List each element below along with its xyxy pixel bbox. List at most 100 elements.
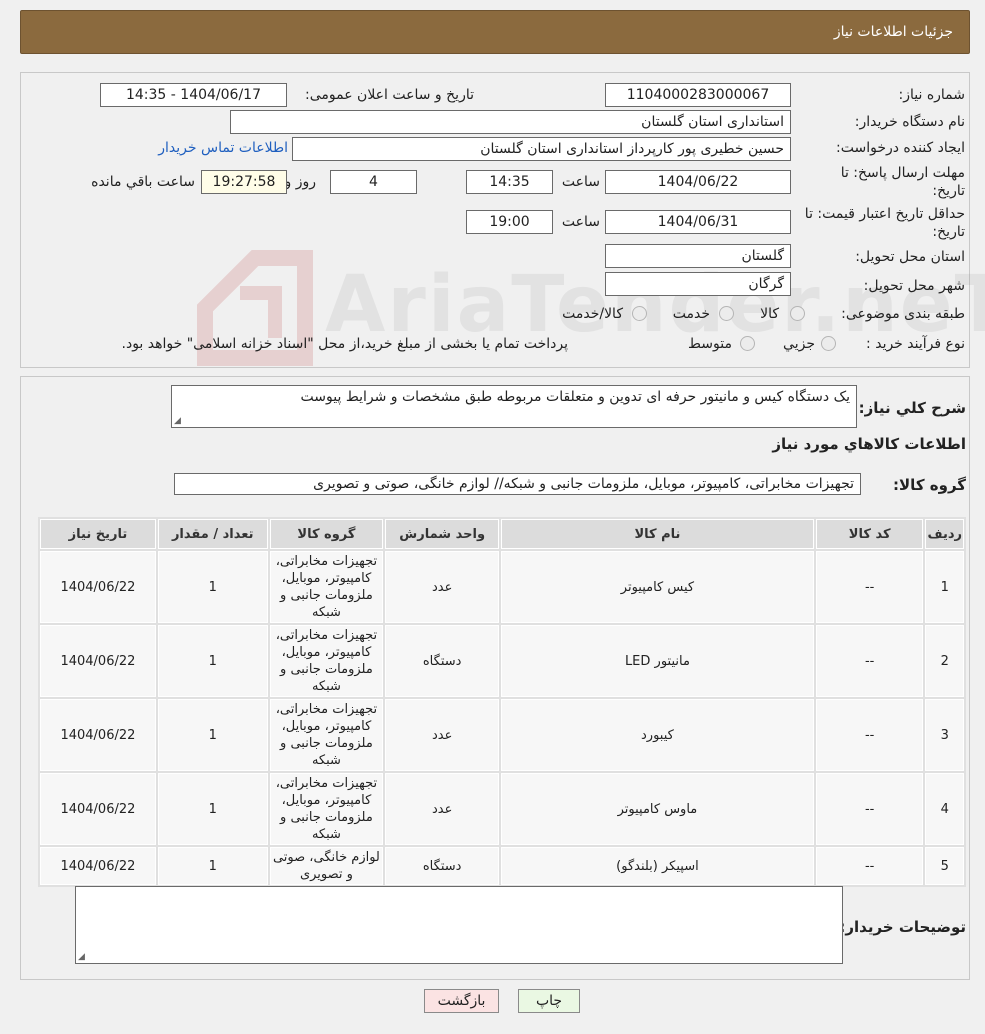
- table-row: 3 -- کیبورد عدد تجهیزات مخابراتی، کامپیو…: [40, 699, 964, 771]
- cell-quantity: 1: [157, 551, 268, 623]
- validity-time-field: 19:00: [466, 210, 553, 234]
- cell-row-number: 5: [925, 847, 964, 885]
- resize-grip-icon: ◢: [174, 416, 181, 426]
- items-table: ردیف کد کالا نام کالا واحد شمارش گروه کا…: [38, 517, 966, 887]
- city-label: شهر محل تحویل:: [863, 278, 965, 294]
- group-field: تجهیزات مخابراتی، کامپیوتر، موبایل، ملزو…: [174, 473, 861, 495]
- process-label: نوع فرآیند خرید :: [866, 336, 965, 352]
- cell-quantity: 1: [157, 773, 268, 845]
- category-label: طبقه بندی موضوعی:: [841, 306, 965, 322]
- deadline-time-label: ساعت: [561, 174, 600, 190]
- group-label: گروه کالا:: [893, 476, 966, 494]
- cell-item-code: --: [815, 699, 924, 771]
- creator-label: ایجاد کننده درخواست:: [836, 140, 965, 156]
- category-radio-goods[interactable]: [790, 306, 805, 321]
- cell-item-name: مانیتور LED: [501, 625, 814, 697]
- cell-need-date: 1404/06/22: [40, 625, 156, 697]
- cell-item-code: --: [815, 773, 924, 845]
- province-field: گلستان: [605, 244, 791, 268]
- cell-item-group: تجهیزات مخابراتی، کامپیوتر، موبایل، ملزو…: [269, 551, 384, 623]
- page-header: جزئیات اطلاعات نیاز: [20, 10, 970, 54]
- description-label: شرح کلي نیاز:: [858, 399, 966, 417]
- deadline-time-field: 14:35: [466, 170, 553, 194]
- cell-item-name: اسپیکر (بلندگو): [501, 847, 814, 885]
- buyer-contact-link[interactable]: اطلاعات تماس خریدار: [158, 140, 288, 156]
- col-header-row-number: ردیف: [925, 519, 964, 549]
- description-text: یک دستگاه کیس و مانیتور حرفه ای تدوین و …: [300, 389, 850, 405]
- cell-unit: عدد: [385, 551, 500, 623]
- validity-label-date: تاریخ:: [932, 224, 965, 240]
- process-note: پرداخت تمام یا بخشی از مبلغ خرید،از محل …: [121, 336, 568, 352]
- days-remaining-field: 4: [330, 170, 417, 194]
- cell-item-group: تجهیزات مخابراتی، کامپیوتر، موبایل، ملزو…: [269, 699, 384, 771]
- cell-unit: دستگاه: [385, 847, 500, 885]
- cell-unit: دستگاه: [385, 625, 500, 697]
- announce-label: تاریخ و ساعت اعلان عمومی:: [305, 87, 474, 103]
- description-field: یک دستگاه کیس و مانیتور حرفه ای تدوین و …: [171, 385, 857, 428]
- cell-item-name: کیبورد: [501, 699, 814, 771]
- buyer-notes-field: ◢: [75, 886, 843, 964]
- cell-unit: عدد: [385, 699, 500, 771]
- announce-field: 1404/06/17 - 14:35: [100, 83, 287, 107]
- cell-need-date: 1404/06/22: [40, 773, 156, 845]
- cell-item-name: کیس کامپیوتر: [501, 551, 814, 623]
- items-table-header: ردیف کد کالا نام کالا واحد شمارش گروه کا…: [40, 519, 964, 549]
- need-number-field: 1104000283000067: [605, 83, 791, 107]
- creator-field: حسین خطیری پور کارپرداز استانداری استان …: [292, 137, 791, 161]
- process-radio-minor[interactable]: [821, 336, 836, 351]
- table-row: 2 -- مانیتور LED دستگاه تجهیزات مخابراتی…: [40, 625, 964, 697]
- table-row: 5 -- اسپیکر (بلندگو) دستگاه لوازم خانگی،…: [40, 847, 964, 885]
- cell-need-date: 1404/06/22: [40, 847, 156, 885]
- cell-item-code: --: [815, 847, 924, 885]
- deadline-label-date: تاریخ:: [932, 183, 965, 199]
- cell-row-number: 2: [925, 625, 964, 697]
- validity-time-label: ساعت: [561, 214, 600, 230]
- category-option-goods: کالا: [760, 306, 779, 322]
- buyer-org-field: استانداری استان گلستان: [230, 110, 791, 134]
- buyer-org-label: نام دستگاه خریدار:: [854, 114, 965, 130]
- validity-label: حداقل تاریخ اعتبار قیمت: تا: [804, 206, 965, 222]
- days-label: روز و: [284, 174, 317, 190]
- col-header-unit: واحد شمارش: [385, 519, 500, 549]
- back-button[interactable]: بازگشت: [424, 989, 499, 1013]
- city-field: گرگان: [605, 272, 791, 296]
- process-radio-medium[interactable]: [740, 336, 755, 351]
- cell-row-number: 3: [925, 699, 964, 771]
- cell-item-group: تجهیزات مخابراتی، کامپیوتر، موبایل، ملزو…: [269, 773, 384, 845]
- col-header-quantity: تعداد / مقدار: [157, 519, 268, 549]
- cell-unit: عدد: [385, 773, 500, 845]
- cell-item-code: --: [815, 551, 924, 623]
- cell-quantity: 1: [157, 847, 268, 885]
- page-title: جزئیات اطلاعات نیاز: [833, 24, 953, 40]
- need-number-label: شماره نیاز:: [898, 87, 966, 103]
- category-option-goods-service: کالا/خدمت: [562, 306, 623, 322]
- cell-need-date: 1404/06/22: [40, 699, 156, 771]
- col-header-item-group: گروه کالا: [269, 519, 384, 549]
- col-header-item-code: کد کالا: [815, 519, 924, 549]
- items-table-wrapper: ردیف کد کالا نام کالا واحد شمارش گروه کا…: [38, 517, 966, 887]
- process-option-medium: متوسط: [688, 336, 732, 352]
- items-section-title: اطلاعات کالاهاي مورد نیاز: [772, 435, 966, 453]
- category-radio-goods-service[interactable]: [632, 306, 647, 321]
- cell-item-group: تجهیزات مخابراتی، کامپیوتر، موبایل، ملزو…: [269, 625, 384, 697]
- print-button[interactable]: چاپ: [518, 989, 580, 1013]
- cell-quantity: 1: [157, 699, 268, 771]
- cell-row-number: 4: [925, 773, 964, 845]
- cell-item-code: --: [815, 625, 924, 697]
- cell-need-date: 1404/06/22: [40, 551, 156, 623]
- resize-grip-icon: ◢: [78, 952, 85, 962]
- cell-item-group: لوازم خانگی، صوتی و تصویری: [269, 847, 384, 885]
- process-option-minor: جزیي: [783, 336, 815, 352]
- buyer-notes-label: توضیحات خریدار:: [839, 918, 966, 936]
- col-header-item-name: نام کالا: [501, 519, 814, 549]
- category-option-service: خدمت: [672, 306, 710, 322]
- table-row: 1 -- کیس کامپیوتر عدد تجهیزات مخابراتی، …: [40, 551, 964, 623]
- category-radio-service[interactable]: [719, 306, 734, 321]
- col-header-need-date: تاریخ نیاز: [40, 519, 156, 549]
- remaining-time-field: 19:27:58: [201, 170, 287, 194]
- cell-row-number: 1: [925, 551, 964, 623]
- deadline-date-field: 1404/06/22: [605, 170, 791, 194]
- validity-date-field: 1404/06/31: [605, 210, 791, 234]
- table-row: 4 -- ماوس کامپیوتر عدد تجهیزات مخابراتی،…: [40, 773, 964, 845]
- deadline-label: مهلت ارسال پاسخ: تا: [840, 165, 965, 181]
